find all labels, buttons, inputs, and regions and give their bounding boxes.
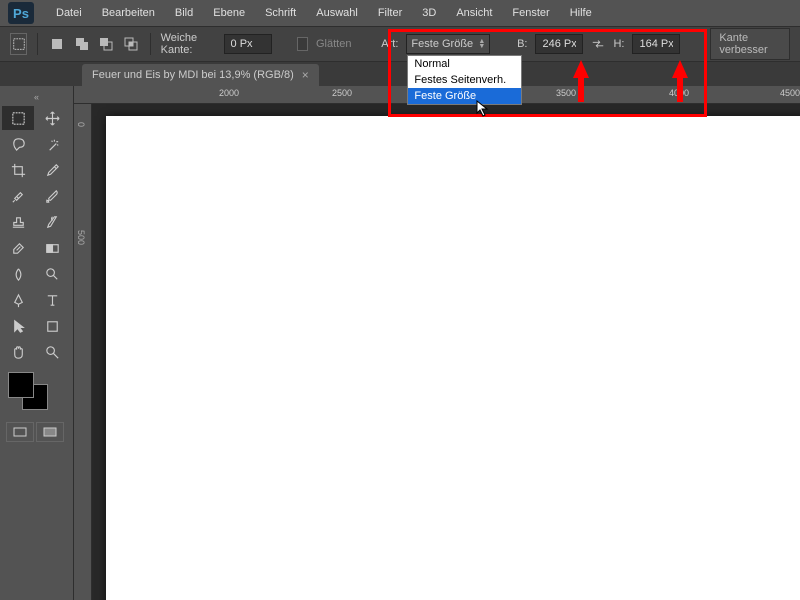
toolbox-collapse-icon[interactable]: « xyxy=(2,90,71,104)
eyedropper-tool[interactable] xyxy=(36,158,68,182)
antialias-label: Glätten xyxy=(316,38,351,50)
heal-tool[interactable] xyxy=(2,184,34,208)
style-option-fixed-ratio[interactable]: Festes Seitenverh. xyxy=(408,72,521,88)
ruler-vertical: 0 500 xyxy=(74,104,92,600)
menu-help[interactable]: Hilfe xyxy=(560,3,602,23)
style-dropdown: Normal Festes Seitenverh. Feste Größe xyxy=(407,55,522,105)
width-label: B: xyxy=(517,38,527,50)
ruler-tick-label: 2500 xyxy=(332,88,352,98)
close-tab-icon[interactable]: × xyxy=(302,68,309,82)
stamp-tool[interactable] xyxy=(2,210,34,234)
style-select-value: Feste Größe xyxy=(411,38,473,50)
blur-tool[interactable] xyxy=(2,262,34,286)
menu-filter[interactable]: Filter xyxy=(368,3,412,23)
width-input[interactable] xyxy=(535,34,583,54)
menu-window[interactable]: Fenster xyxy=(502,3,559,23)
move-tool[interactable] xyxy=(36,106,68,130)
hand-tool[interactable] xyxy=(2,340,34,364)
document-tab-title: Feuer und Eis by MDI bei 13,9% (RGB/8) xyxy=(92,69,294,81)
options-bar: Weiche Kante: Glätten Art: Feste Größe ▲… xyxy=(0,26,800,62)
menu-image[interactable]: Bild xyxy=(165,3,203,23)
select-subtract-icon[interactable] xyxy=(98,33,115,55)
foreground-swatch[interactable] xyxy=(8,372,34,398)
refine-edge-button[interactable]: Kante verbesser xyxy=(710,28,790,60)
app-logo: Ps xyxy=(8,2,34,24)
gradient-tool[interactable] xyxy=(36,236,68,260)
select-intersect-icon[interactable] xyxy=(123,33,140,55)
ruler-tick-label: 500 xyxy=(76,230,86,245)
ruler-tick-label: 4500 xyxy=(780,88,800,98)
feather-input[interactable] xyxy=(224,34,272,54)
antialias-checkbox[interactable] xyxy=(297,37,308,51)
toolbox: « xyxy=(0,86,74,600)
dropdown-arrows-icon: ▲▼ xyxy=(478,39,485,49)
style-option-fixed-size[interactable]: Feste Größe xyxy=(408,88,521,104)
magic-wand-tool[interactable] xyxy=(36,132,68,156)
menu-file[interactable]: Datei xyxy=(46,3,92,23)
eraser-tool[interactable] xyxy=(2,236,34,260)
marquee-tool[interactable] xyxy=(2,106,34,130)
color-swatches[interactable] xyxy=(2,372,71,412)
pen-tool[interactable] xyxy=(2,288,34,312)
active-tool-indicator[interactable] xyxy=(10,33,27,55)
shape-tool[interactable] xyxy=(36,314,68,338)
screen-mode-full[interactable] xyxy=(36,422,64,442)
brush-tool[interactable] xyxy=(36,184,68,208)
menu-layer[interactable]: Ebene xyxy=(203,3,255,23)
document-canvas[interactable] xyxy=(106,116,800,600)
zoom-tool[interactable] xyxy=(36,340,68,364)
crop-tool[interactable] xyxy=(2,158,34,182)
lasso-tool[interactable] xyxy=(2,132,34,156)
canvas-viewport[interactable] xyxy=(92,104,800,600)
menu-view[interactable]: Ansicht xyxy=(446,3,502,23)
swap-dimensions-icon[interactable] xyxy=(591,35,605,53)
menu-bar: Ps Datei Bearbeiten Bild Ebene Schrift A… xyxy=(0,0,800,26)
ruler-tick-label: 0 xyxy=(76,122,86,127)
feather-label: Weiche Kante: xyxy=(161,32,216,56)
type-tool[interactable] xyxy=(36,288,68,312)
style-option-normal[interactable]: Normal xyxy=(408,56,521,72)
ruler-tick-label: 2000 xyxy=(219,88,239,98)
dodge-tool[interactable] xyxy=(36,262,68,286)
height-label: H: xyxy=(613,38,624,50)
menu-edit[interactable]: Bearbeiten xyxy=(92,3,165,23)
height-input[interactable] xyxy=(632,34,680,54)
annotation-arrow-icon xyxy=(672,60,688,78)
menu-type[interactable]: Schrift xyxy=(255,3,306,23)
menu-select[interactable]: Auswahl xyxy=(306,3,368,23)
annotation-arrow-icon xyxy=(573,60,589,78)
document-tab[interactable]: Feuer und Eis by MDI bei 13,9% (RGB/8) × xyxy=(82,64,319,86)
style-select[interactable]: Feste Größe ▲▼ Normal Festes Seitenverh.… xyxy=(406,34,490,54)
select-new-icon[interactable] xyxy=(48,33,65,55)
menu-3d[interactable]: 3D xyxy=(412,3,446,23)
select-add-icon[interactable] xyxy=(73,33,90,55)
ruler-tick-label: 3500 xyxy=(556,88,576,98)
screen-mode-standard[interactable] xyxy=(6,422,34,442)
history-brush-tool[interactable] xyxy=(36,210,68,234)
path-select-tool[interactable] xyxy=(2,314,34,338)
style-label: Art: xyxy=(381,38,398,50)
